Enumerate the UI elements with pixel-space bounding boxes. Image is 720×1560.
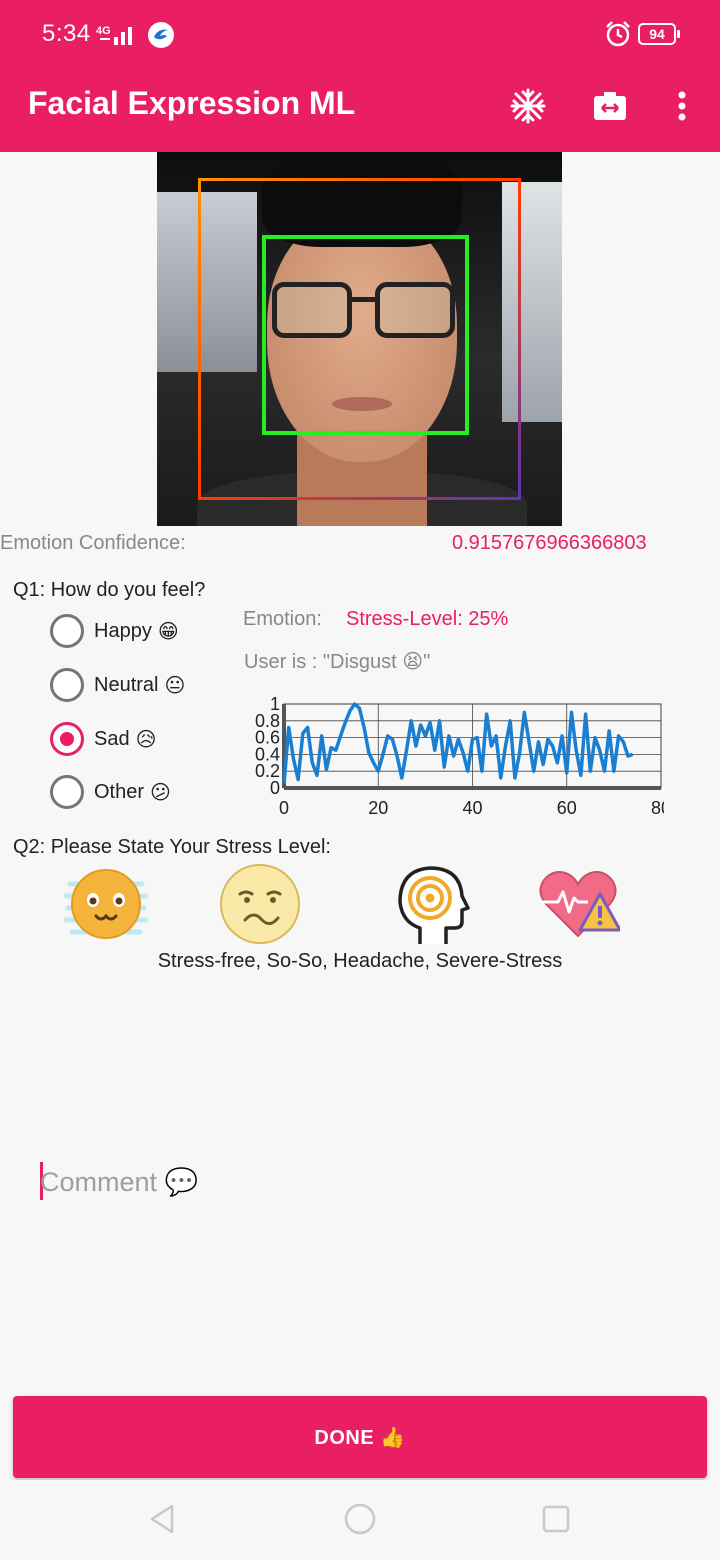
severe-stress-icon[interactable] <box>536 862 622 946</box>
stress-level-text: Stress-Level: 25% <box>346 608 509 630</box>
battery-indicator: 94 <box>638 23 680 45</box>
q1-question: Q1: How do you feel? <box>13 579 206 601</box>
camera-preview <box>157 152 562 526</box>
user-emotion-text: User is : "Disgust 😫" <box>244 651 431 673</box>
chart-y-tick: 1 <box>270 696 280 714</box>
confidence-label: Emotion Confidence: <box>0 532 186 554</box>
chart-x-tick: 80 <box>651 798 664 818</box>
home-icon[interactable] <box>343 1502 377 1536</box>
more-vert-icon[interactable] <box>660 84 704 128</box>
alarm-icon <box>606 21 630 47</box>
switch-camera-icon[interactable] <box>588 84 632 128</box>
radio-sad[interactable]: Sad 😥 <box>50 722 156 756</box>
comment-input[interactable]: Comment 💬 <box>40 1160 680 1200</box>
radio-other[interactable]: Other 😕 <box>50 775 171 809</box>
done-button[interactable]: DONE 👍 <box>13 1396 707 1478</box>
app-bar: Facial Expression ML <box>0 70 720 152</box>
app-title: Facial Expression ML <box>28 85 356 121</box>
confused-emoji-icon: 😕 <box>150 781 171 804</box>
recents-icon[interactable] <box>539 1502 573 1536</box>
snowflake-icon[interactable] <box>506 84 550 128</box>
radio-button[interactable] <box>50 614 84 648</box>
stress-level-caption: Stress-free, So-So, Headache, Severe-Str… <box>157 950 563 972</box>
chart-x-tick: 20 <box>368 798 388 818</box>
confidence-value: 0.9157676966366803 <box>452 532 647 554</box>
radio-label: Other <box>94 780 145 803</box>
chart-x-tick: 60 <box>557 798 577 818</box>
radio-label: Happy <box>94 619 152 642</box>
radio-happy[interactable]: Happy 😁 <box>50 614 179 648</box>
chart-series-line <box>282 702 634 784</box>
radio-button[interactable] <box>50 775 84 809</box>
face-bounding-box <box>262 235 469 435</box>
q2-question: Q2: Please State Your Stress Level: <box>13 836 331 858</box>
chart-x-tick: 0 <box>279 798 289 818</box>
stress-free-icon[interactable] <box>63 862 149 946</box>
radio-label: Neutral <box>94 673 159 696</box>
back-icon[interactable] <box>146 1502 180 1536</box>
radio-button[interactable] <box>50 722 84 756</box>
status-bar: 5:34 4G 94 <box>0 0 720 70</box>
sad-emoji-icon: 😥 <box>135 728 157 751</box>
so-so-icon[interactable] <box>218 862 302 946</box>
comment-placeholder: Comment 💬 <box>40 1167 199 1197</box>
neutral-emoji-icon: 😐 <box>164 674 186 697</box>
emotion-chart: 00.20.40.60.81020406080 <box>255 696 664 818</box>
radio-button[interactable] <box>50 668 84 702</box>
headache-icon[interactable] <box>390 862 474 946</box>
emotion-label: Emotion: <box>243 608 322 630</box>
notification-app-icon <box>148 22 174 48</box>
network-type: 4G <box>96 25 111 37</box>
radio-label: Sad <box>94 727 130 750</box>
radio-neutral[interactable]: Neutral 😐 <box>50 668 185 702</box>
grinning-emoji-icon: 😁 <box>157 620 179 643</box>
chart-x-tick: 40 <box>462 798 482 818</box>
status-time: 5:34 <box>42 20 91 47</box>
signal-icon: 4G <box>96 25 132 45</box>
navigation-bar <box>0 1480 720 1560</box>
